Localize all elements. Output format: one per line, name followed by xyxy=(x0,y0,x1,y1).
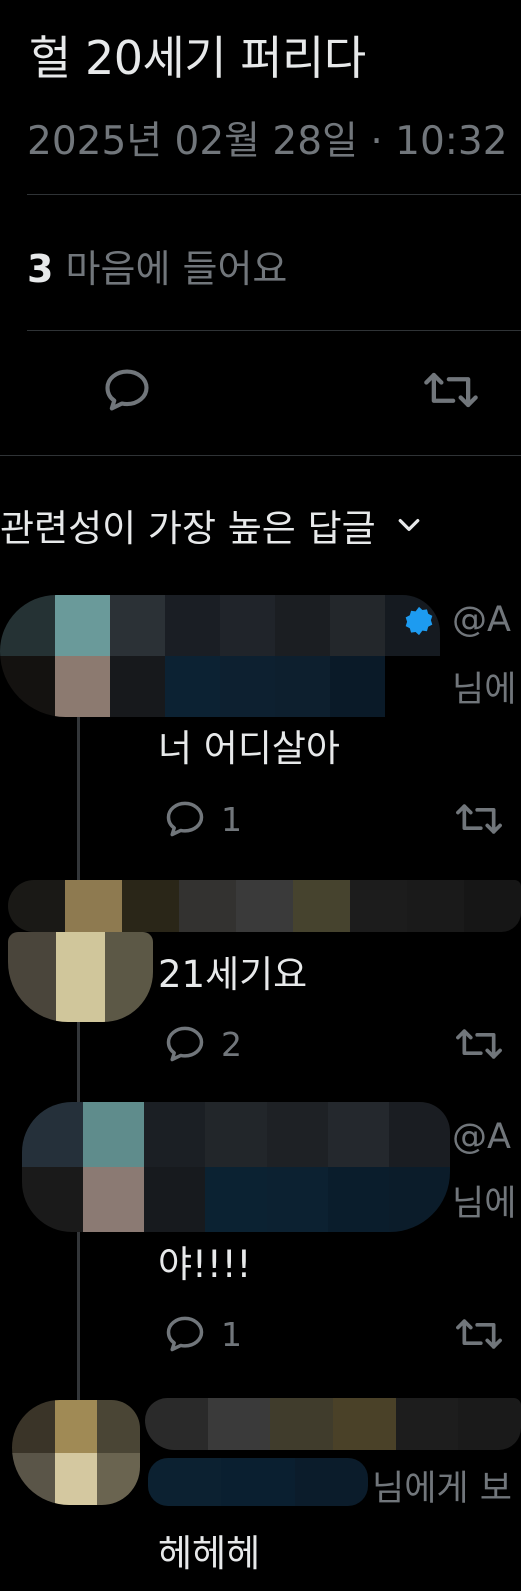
reply-sort-selector[interactable]: 관련성이 가장 높은 답글 xyxy=(0,498,424,552)
divider xyxy=(27,330,521,331)
likes-row[interactable]: 3 마음에 들어요 xyxy=(27,238,287,293)
reply-handle[interactable]: @A xyxy=(452,1117,511,1157)
reply-icon xyxy=(166,1316,204,1352)
retweet-icon xyxy=(456,804,502,834)
redacted-reply-target xyxy=(148,1458,368,1506)
reply-text: 야!!!! xyxy=(158,1243,252,1286)
reply-icon xyxy=(105,369,149,411)
reply-text: 너 어디살아 xyxy=(158,727,340,770)
reply-icon xyxy=(166,801,204,837)
avatar[interactable] xyxy=(12,1400,140,1505)
reply-to-label: 님에 xyxy=(452,670,517,710)
reply-text: 헤헤헤 xyxy=(158,1532,261,1575)
tweet-timestamp[interactable]: 2025년 02월 28일 · 10:32 xyxy=(27,110,508,166)
retweet-icon xyxy=(456,1319,502,1349)
reply-button[interactable]: 1 xyxy=(163,1312,242,1356)
tweet-text: 헐 20세기 퍼리다 xyxy=(29,31,366,85)
reply-button[interactable]: 1 xyxy=(163,797,242,841)
retweet-icon xyxy=(456,1029,502,1059)
reply-text: 21세기요 xyxy=(158,953,308,996)
retweet-button[interactable] xyxy=(453,1022,505,1066)
divider xyxy=(27,194,521,195)
reply-count: 2 xyxy=(221,1024,242,1064)
reply-to-label: 님에 xyxy=(452,1184,517,1224)
reply-to-label: 님에게 보 xyxy=(372,1469,512,1509)
retweet-icon xyxy=(424,372,478,408)
thread-line xyxy=(77,712,80,1402)
divider xyxy=(0,455,521,456)
redacted-username xyxy=(8,880,521,932)
reply-button[interactable] xyxy=(101,364,153,416)
retweet-button[interactable] xyxy=(453,797,505,841)
redacted-username xyxy=(145,1398,521,1450)
reply-icon xyxy=(166,1026,204,1062)
verified-badge-icon xyxy=(405,606,433,636)
reply-sort-label: 관련성이 가장 높은 답글 xyxy=(0,507,376,550)
redacted-username xyxy=(0,595,440,717)
retweet-button[interactable] xyxy=(453,1312,505,1356)
retweet-button[interactable] xyxy=(421,364,481,416)
likes-label: 마음에 들어요 xyxy=(65,247,288,291)
likes-count: 3 xyxy=(27,247,54,291)
avatar[interactable] xyxy=(8,932,153,1022)
reply-button[interactable]: 2 xyxy=(163,1022,242,1066)
chevron-down-icon xyxy=(398,519,420,531)
redacted-username xyxy=(22,1102,450,1232)
reply-handle[interactable]: @A xyxy=(452,600,511,640)
reply-count: 1 xyxy=(221,1314,242,1354)
reply-count: 1 xyxy=(221,799,242,839)
